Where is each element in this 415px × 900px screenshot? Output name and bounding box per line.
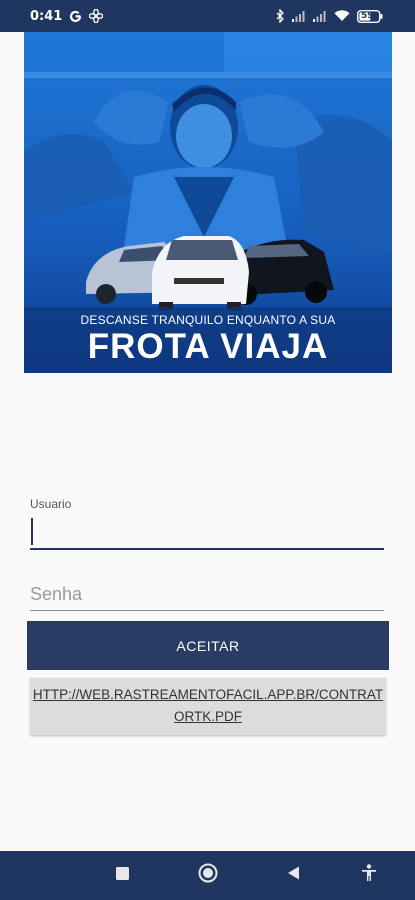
password-input[interactable] xyxy=(30,578,384,611)
back-button[interactable] xyxy=(279,851,307,900)
home-button[interactable] xyxy=(194,851,222,900)
username-label: Usuario xyxy=(30,497,72,511)
home-circle-icon xyxy=(198,863,218,888)
accessibility-icon xyxy=(361,864,377,887)
hero-banner: DESCANSE TRANQUILO ENQUANTO A SUA FROTA … xyxy=(24,32,392,373)
signal-icon xyxy=(292,10,306,22)
recents-button[interactable] xyxy=(108,851,136,900)
banner-subtitle: DESCANSE TRANQUILO ENQUANTO A SUA xyxy=(80,313,336,327)
car-center xyxy=(152,236,249,310)
navigation-bar xyxy=(0,851,415,900)
text-cursor xyxy=(31,518,33,545)
banner-title: FROTA VIAJA xyxy=(87,327,329,366)
bluetooth-icon xyxy=(276,9,285,23)
recents-square-icon xyxy=(115,866,129,885)
status-bar: 0:41 59 xyxy=(0,0,415,32)
status-time: 0:41 xyxy=(30,8,63,24)
google-g-icon xyxy=(69,10,82,23)
battery-level: 59 xyxy=(361,10,374,21)
accept-button[interactable]: ACEITAR xyxy=(27,621,389,670)
contract-link[interactable]: HTTP://WEB.RASTREAMENTOFACIL.APP.BR/CONT… xyxy=(30,678,386,735)
accessibility-button[interactable] xyxy=(355,851,383,900)
back-triangle-icon xyxy=(287,866,300,885)
fan-icon xyxy=(89,9,104,23)
battery-icon: 59 xyxy=(357,9,383,23)
signal-icon xyxy=(313,10,327,22)
wifi-icon xyxy=(334,10,350,22)
username-input[interactable] xyxy=(30,514,384,550)
